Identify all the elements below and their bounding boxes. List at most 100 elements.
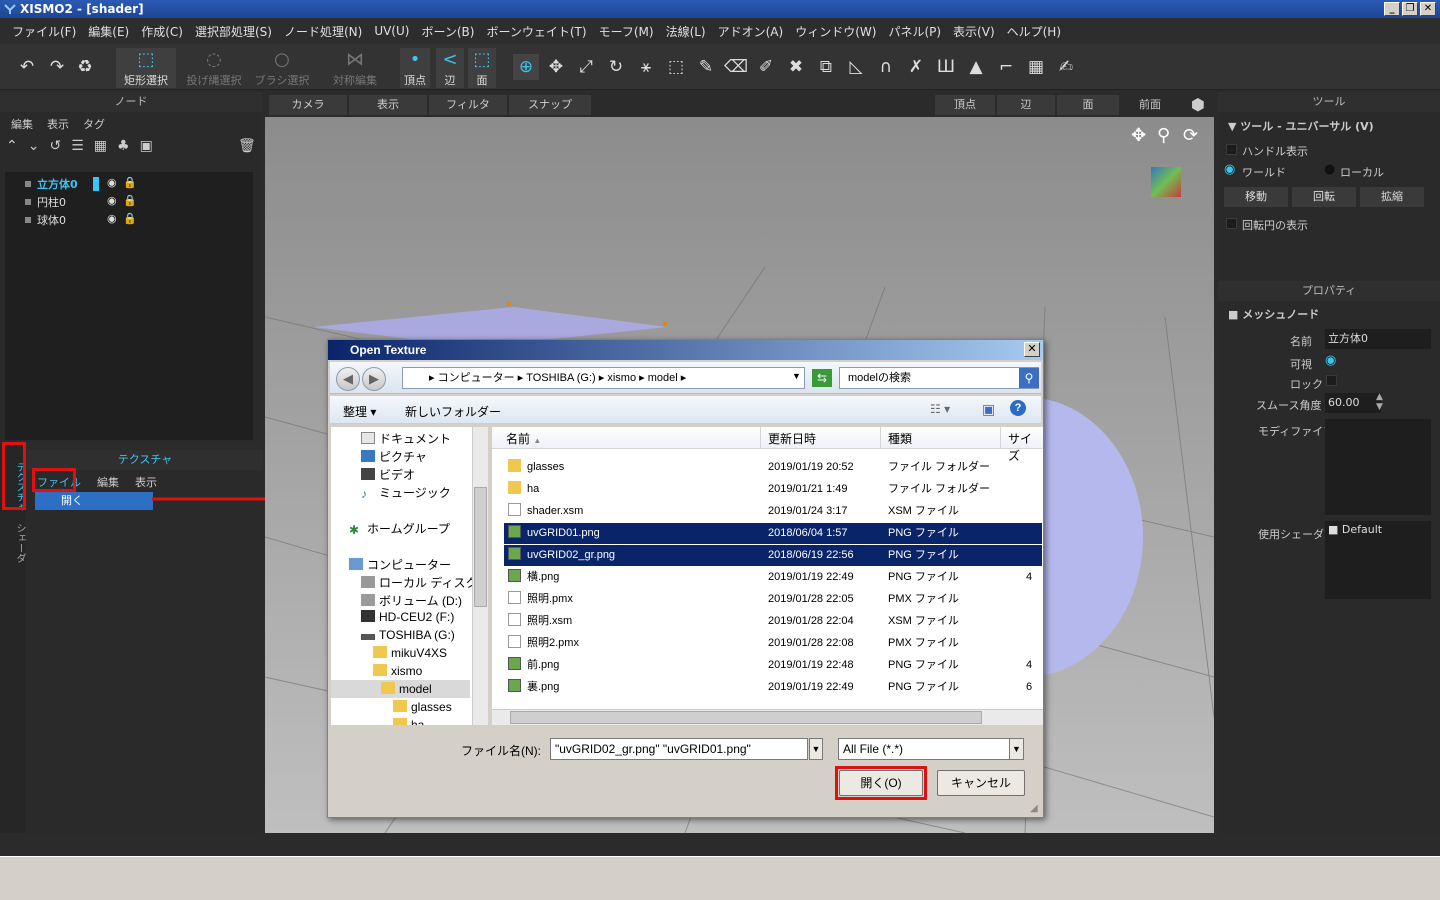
forward-icon[interactable]: ▶ — [362, 367, 386, 391]
node-menu-tag[interactable]: タグ — [83, 116, 105, 132]
gizmo-icon[interactable]: ⚹ — [633, 54, 659, 80]
rect-select-button[interactable]: ⬚ 矩形選択 — [116, 48, 176, 88]
menu-bone[interactable]: ボーン(B) — [415, 23, 480, 40]
eye-icon[interactable]: ◉ — [107, 194, 117, 207]
nav-item[interactable]: xismo — [373, 664, 422, 678]
weld-icon[interactable]: ✖ — [783, 54, 809, 80]
symmetric-edit-button[interactable]: ⋈ 対称編集 — [326, 48, 384, 88]
rotate-icon[interactable]: ↻ — [603, 54, 629, 80]
menu-bone-weight[interactable]: ボーンウェイト(T) — [480, 23, 592, 40]
nav-item[interactable]: ♪ ミュージック — [361, 484, 451, 501]
file-row[interactable]: uvGRID02_gr.png 2018/06/19 22:56 PNG ファイル — [504, 545, 1042, 566]
mode-edge[interactable]: 辺 — [997, 95, 1055, 115]
menu-panel[interactable]: パネル(P) — [882, 23, 947, 40]
back-icon[interactable]: ◀ — [336, 367, 360, 391]
restore-button[interactable]: ❐ — [1402, 2, 1418, 16]
box-icon[interactable]: ▣ — [140, 138, 153, 154]
menu-addon[interactable]: アドオン(A) — [712, 23, 790, 40]
brush-select-button[interactable]: ○ ブラシ選択 — [252, 48, 312, 88]
vertex-mode-button[interactable]: • 頂点 — [400, 48, 430, 88]
nav-item[interactable]: glasses — [393, 700, 452, 714]
rotate-button[interactable]: 回転 — [1292, 187, 1356, 207]
file-row[interactable]: glasses 2019/01/19 20:52 ファイル フォルダー — [504, 457, 1042, 478]
nav-item[interactable]: ローカル ディスク (C — [361, 574, 488, 591]
menu-node[interactable]: ノード処理(N) — [278, 23, 368, 40]
file-row[interactable]: 照明2.pmx 2019/01/28 22:08 PMX ファイル — [504, 633, 1042, 654]
tab-camera[interactable]: カメラ — [269, 95, 347, 115]
view-cube-icon[interactable]: ⬢ — [1191, 95, 1205, 114]
marquee-icon[interactable]: ⬚ — [663, 54, 689, 80]
refresh-icon[interactable]: ↺ — [49, 138, 61, 154]
grid-icon[interactable]: ▦ — [94, 138, 107, 154]
node-menu-view[interactable]: 表示 — [47, 116, 69, 132]
film-icon[interactable]: ▦ — [1023, 54, 1049, 80]
move-button[interactable]: 移動 — [1224, 187, 1288, 207]
rotation-circle-checkbox[interactable] — [1226, 218, 1237, 229]
dialog-close-button[interactable]: ✕ — [1024, 342, 1040, 357]
nav-scroll-thumb[interactable] — [474, 487, 487, 607]
node-item[interactable]: 球体0 ◉ 🔒 — [25, 212, 137, 230]
group-icon[interactable]: ♣ — [117, 138, 130, 154]
scale-icon[interactable]: ⤢ — [573, 54, 599, 80]
pencil-icon[interactable]: ✐ — [753, 54, 779, 80]
preview-pane-icon[interactable]: ▣ — [982, 401, 995, 418]
column-name[interactable]: 名前 ▲ — [506, 430, 541, 447]
resize-grip-icon[interactable]: ◢ — [1030, 803, 1038, 814]
texture-open-menu-item[interactable]: 開く — [35, 492, 153, 510]
file-row[interactable]: ha 2019/01/21 1:49 ファイル フォルダー — [504, 479, 1042, 500]
eye-icon[interactable]: ◉ — [107, 176, 117, 189]
spin-icon[interactable]: ▲ ▼ — [1376, 392, 1383, 412]
file-row[interactable]: 照明.xsm 2019/01/28 22:04 XSM ファイル — [504, 611, 1042, 632]
file-row[interactable]: shader.xsm 2019/01/24 3:17 XSM ファイル — [504, 501, 1042, 522]
eraser-icon[interactable]: ⌫ — [723, 54, 749, 80]
cube-icon[interactable]: ⧉ — [813, 54, 839, 80]
menu-help[interactable]: ヘルプ(H) — [1001, 23, 1067, 40]
move-icon[interactable]: ✥ — [543, 54, 569, 80]
node-item[interactable]: 円柱0 ◉ 🔒 — [25, 194, 137, 212]
lock-icon[interactable]: 🔒 — [123, 212, 137, 225]
list-icon[interactable]: ☰ — [71, 138, 84, 154]
smooth-angle-field[interactable]: 60.00 — [1325, 393, 1381, 413]
column-type[interactable]: 種類 — [888, 430, 912, 447]
nav-item[interactable]: TOSHIBA (G:) — [361, 628, 455, 642]
menu-selection[interactable]: 選択部処理(S) — [189, 23, 278, 40]
nav-item[interactable]: HD-CEU2 (F:) — [361, 610, 454, 624]
menu-morph[interactable]: モーフ(M) — [593, 23, 660, 40]
close-button[interactable]: ✕ — [1420, 2, 1436, 16]
filename-input[interactable]: "uvGRID02_gr.png" "uvGRID01.png" — [550, 738, 808, 760]
move-up-icon[interactable]: ⌃ — [6, 138, 18, 154]
radio-world[interactable]: ◉ — [1224, 162, 1235, 177]
menu-uv[interactable]: UV(U) — [368, 24, 415, 38]
menu-normal[interactable]: 法線(L) — [660, 23, 712, 40]
handle-display-checkbox[interactable] — [1226, 144, 1237, 155]
knife-icon[interactable]: ✗ — [903, 54, 929, 80]
node-item[interactable]: 立方体0 ◉ 🔒 — [25, 176, 137, 194]
file-type-dropdown-icon[interactable]: ▼ — [1009, 739, 1023, 759]
menu-file[interactable]: ファイル(F) — [6, 23, 82, 40]
face-mode-button[interactable]: ⬚ 面 — [468, 48, 496, 88]
scale-button[interactable]: 拡縮 — [1360, 187, 1424, 207]
tab-shader[interactable]: シェーダ — [3, 523, 27, 563]
globe-icon[interactable]: ⊕ — [513, 54, 539, 80]
filename-dropdown-icon[interactable]: ▼ — [809, 738, 823, 760]
address-field[interactable]: ▸ コンピューター ▸ TOSHIBA (G:) ▸ xismo ▸ model… — [402, 367, 805, 389]
node-menu-edit[interactable]: 編集 — [11, 116, 33, 132]
menu-edit[interactable]: 編集(E) — [82, 23, 135, 40]
texture-menu-edit[interactable]: 編集 — [97, 474, 119, 490]
edge-mode-button[interactable]: < 辺 — [436, 48, 464, 88]
search-icon[interactable]: ⚲ — [1019, 368, 1039, 388]
trash-icon[interactable]: 🗑 — [238, 138, 256, 154]
nav-scrollbar[interactable] — [472, 427, 488, 725]
shader-list[interactable]: ■ Default — [1325, 521, 1431, 599]
organize-button[interactable]: 整理 ▾ — [343, 403, 376, 420]
edit-box-icon[interactable]: ✍ — [1053, 54, 1079, 80]
menu-window[interactable]: ウィンドウ(W) — [789, 23, 882, 40]
bevel-icon[interactable]: ◺ — [843, 54, 869, 80]
nav-item[interactable]: ビデオ — [361, 466, 415, 483]
file-h-scroll-thumb[interactable] — [510, 711, 982, 724]
pan-icon[interactable]: ✥ — [1131, 125, 1146, 146]
file-type-select[interactable]: All File (*.*) — [838, 738, 1024, 760]
file-row[interactable]: 前.png 2019/01/19 22:48 PNG ファイル 4 — [504, 655, 1042, 676]
move-down-icon[interactable]: ⌄ — [28, 138, 40, 154]
menu-view[interactable]: 表示(V) — [947, 23, 1001, 40]
